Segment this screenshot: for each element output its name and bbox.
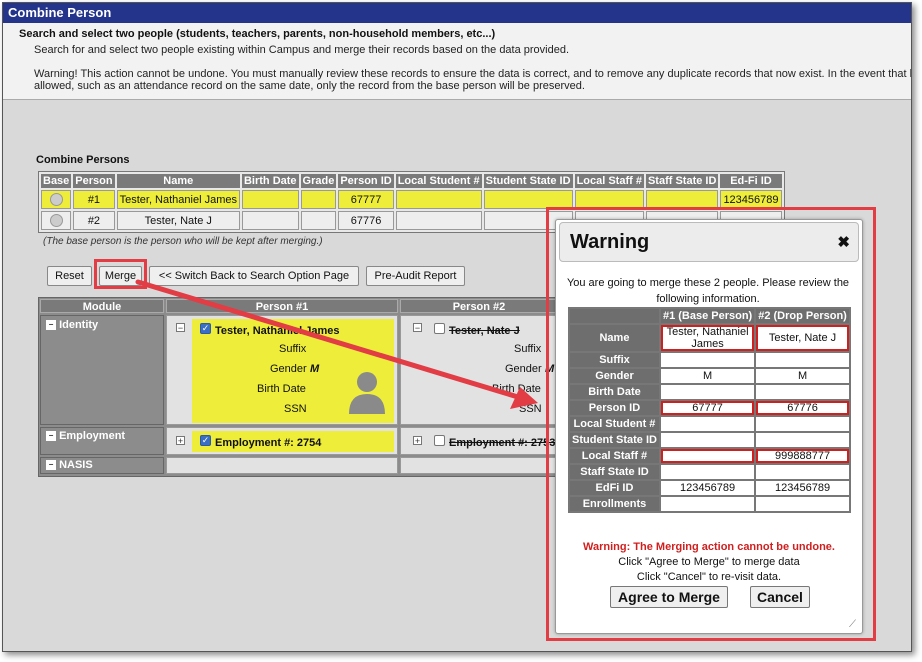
drop-value bbox=[756, 417, 849, 431]
base-value: 123456789 bbox=[660, 481, 755, 495]
row-label: Enrollments bbox=[570, 497, 659, 511]
base-value bbox=[660, 433, 755, 447]
drop-value: 123456789 bbox=[756, 481, 849, 495]
row-label: Suffix bbox=[570, 353, 659, 367]
drop-value: 999888777 bbox=[756, 449, 849, 463]
table-row: Student State ID bbox=[570, 433, 849, 447]
row-label: Local Staff # bbox=[570, 449, 659, 463]
row-label: Gender bbox=[570, 369, 659, 383]
dialog-titlebar: Warning ✖ bbox=[559, 222, 859, 262]
resize-grip-icon[interactable]: ⟋ bbox=[849, 620, 859, 630]
base-value: M bbox=[660, 369, 755, 383]
merge-warning-text: Warning: The Merging action cannot be un… bbox=[583, 541, 835, 553]
drop-value bbox=[756, 497, 849, 511]
base-value: Tester, Nathaniel James bbox=[660, 325, 755, 351]
review-col-base: #1 (Base Person) bbox=[660, 309, 755, 323]
drop-value: 67776 bbox=[756, 401, 849, 415]
table-row: Birth Date bbox=[570, 385, 849, 399]
row-label: Birth Date bbox=[570, 385, 659, 399]
merge-review-table: #1 (Base Person) #2 (Drop Person) Name T… bbox=[568, 307, 851, 513]
table-row: Local Student # bbox=[570, 417, 849, 431]
base-value bbox=[660, 449, 755, 463]
table-row: EdFi ID 123456789 123456789 bbox=[570, 481, 849, 495]
drop-value bbox=[756, 353, 849, 367]
dialog-intro: You are going to merge these 2 people. P… bbox=[566, 277, 850, 305]
close-icon[interactable]: ✖ bbox=[837, 233, 850, 251]
base-value bbox=[660, 497, 755, 511]
row-label: Name bbox=[570, 325, 659, 351]
drop-value bbox=[756, 433, 849, 447]
row-label: Staff State ID bbox=[570, 465, 659, 479]
base-value bbox=[660, 417, 755, 431]
row-label: Person ID bbox=[570, 401, 659, 415]
table-row: Gender M M bbox=[570, 369, 849, 383]
table-row: Staff State ID bbox=[570, 465, 849, 479]
agree-to-merge-button[interactable]: Agree to Merge bbox=[610, 586, 728, 608]
drop-value bbox=[756, 385, 849, 399]
table-row: Name Tester, Nathaniel James Tester, Nat… bbox=[570, 325, 849, 351]
cancel-hint: Click "Cancel" to re-visit data. bbox=[636, 571, 782, 583]
base-value bbox=[660, 465, 755, 479]
agree-hint: Click "Agree to Merge" to merge data bbox=[618, 556, 800, 568]
row-label: Student State ID bbox=[570, 433, 659, 447]
base-value: 67777 bbox=[660, 401, 755, 415]
table-row: Suffix bbox=[570, 353, 849, 367]
base-value bbox=[660, 353, 755, 367]
drop-value: Tester, Nate J bbox=[756, 325, 849, 351]
review-header-row: #1 (Base Person) #2 (Drop Person) bbox=[570, 309, 849, 323]
table-row: Local Staff # 999888777 bbox=[570, 449, 849, 463]
drop-value bbox=[756, 465, 849, 479]
row-label: Local Student # bbox=[570, 417, 659, 431]
table-row: Person ID 67777 67776 bbox=[570, 401, 849, 415]
table-row: Enrollments bbox=[570, 497, 849, 511]
merge-warning-block: Warning: The Merging action cannot be un… bbox=[556, 540, 862, 585]
drop-value: M bbox=[756, 369, 849, 383]
row-label: EdFi ID bbox=[570, 481, 659, 495]
base-value bbox=[660, 385, 755, 399]
dialog-title: Warning bbox=[570, 231, 650, 253]
cancel-button[interactable]: Cancel bbox=[750, 586, 810, 608]
review-col-label bbox=[570, 309, 659, 323]
review-col-drop: #2 (Drop Person) bbox=[756, 309, 849, 323]
warning-dialog: Warning ✖ You are going to merge these 2… bbox=[555, 219, 863, 634]
